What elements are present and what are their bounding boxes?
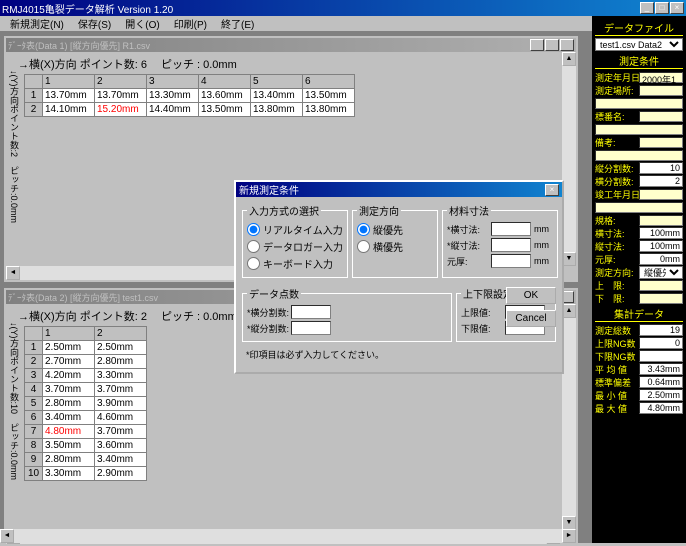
menu-exit[interactable]: 終了(E): [215, 16, 260, 31]
dir-horizontal-radio[interactable]: [357, 240, 370, 253]
scroll-left-icon[interactable]: ◄: [0, 529, 14, 543]
table-row: 113.70mm13.70mm13.30mm13.60mm13.40mm13.5…: [25, 89, 355, 103]
table-row: 214.10mm15.20mm14.40mm13.50mm13.80mm13.8…: [25, 103, 355, 117]
table-row: 92.80mm3.40mm: [25, 453, 147, 467]
data-table-2: 1212.50mm2.50mm22.70mm2.80mm34.20mm3.30m…: [24, 326, 147, 481]
sidebar-file-header: データファイル: [595, 20, 683, 36]
scroll-up-icon[interactable]: ▲: [562, 304, 576, 318]
scroll-right-icon[interactable]: ►: [562, 529, 576, 543]
mdi-max-icon[interactable]: □: [545, 39, 559, 51]
sidebar-sum-header: 集計データ: [595, 306, 683, 322]
table-row: 34.20mm3.30mm: [25, 369, 147, 383]
mdi-close-icon[interactable]: ×: [560, 39, 574, 51]
menu-new[interactable]: 新規測定(N): [4, 16, 70, 31]
dialog-title: 新規測定条件: [239, 182, 545, 197]
scroll-down-icon[interactable]: ▼: [562, 516, 576, 530]
table-row: 103.30mm2.90mm: [25, 467, 147, 481]
app-title: RMJ4015亀裂データ解析 Version 1.20: [2, 1, 640, 16]
mdi1-titlebar: ﾃﾞｰﾀ表(Data 1) [縦方向優先] R1.csv _ □ ×: [6, 38, 576, 52]
direction-select[interactable]: 縦優先: [639, 266, 683, 279]
mdi1-direction-label: →横(X)方向 ポイント数: 6: [18, 56, 147, 72]
scroll-left-icon[interactable]: ◄: [6, 266, 20, 280]
dialog-close-icon[interactable]: ×: [545, 184, 559, 196]
dialog-note: *印項目は必ず入力してください。: [246, 348, 552, 361]
new-measurement-dialog: 新規測定条件 × 入力方式の選択 リアルタイム入力 データロガー入力 キーボード…: [234, 180, 564, 374]
hcount-input[interactable]: [291, 305, 331, 319]
input-realtime-radio[interactable]: [247, 223, 260, 236]
height-input[interactable]: [491, 238, 531, 252]
maximize-icon[interactable]: □: [655, 2, 669, 14]
table-row: 12.50mm2.50mm: [25, 341, 147, 355]
vcount-input[interactable]: [291, 321, 331, 335]
table-row: 74.80mm3.70mm: [25, 425, 147, 439]
table-row: 52.80mm3.90mm: [25, 397, 147, 411]
size-group: 材料寸法 *横寸法:mm *縦寸法:mm 元厚:mm: [442, 203, 558, 278]
mdi2-vertical-label: ↓(Y)方向ポイント数:10 ピッチ:0.0mm: [6, 322, 20, 480]
close-icon[interactable]: ×: [670, 2, 684, 14]
scroll-up-icon[interactable]: ▲: [562, 52, 576, 66]
table-row: 22.70mm2.80mm: [25, 355, 147, 369]
scroll-down-icon[interactable]: ▼: [562, 252, 576, 266]
menu-bar: 新規測定(N) 保存(S) 開く(O) 印刷(P) 終了(E): [0, 16, 686, 32]
cancel-button[interactable]: Cancel: [506, 310, 556, 327]
thickness-input[interactable]: [491, 254, 531, 268]
mdi2-direction-label: →横(X)方向 ポイント数: 2: [18, 308, 147, 324]
sidebar-cond-header: 測定条件: [595, 53, 683, 69]
dir-vertical-radio[interactable]: [357, 223, 370, 236]
count-group: データ点数 *横分割数: *縦分割数:: [242, 286, 452, 342]
sidebar-panel: データファイル test1.csv Data2 測定条件 測定年月日:2000年…: [592, 16, 686, 543]
menu-save[interactable]: 保存(S): [72, 16, 117, 31]
menu-print[interactable]: 印刷(P): [168, 16, 213, 31]
file-select[interactable]: test1.csv Data2: [595, 38, 683, 51]
input-logger-radio[interactable]: [247, 240, 260, 253]
width-input[interactable]: [491, 222, 531, 236]
data-table-1: 123456113.70mm13.70mm13.30mm13.60mm13.40…: [24, 74, 355, 117]
mdi1-vertical-label: ↓(Y)方向ポイント数:2 ピッチ:0.0mm: [6, 70, 20, 223]
input-method-group: 入力方式の選択 リアルタイム入力 データロガー入力 キーボード入力: [242, 203, 348, 278]
direction-group: 測定方向 縦優先 横優先: [352, 203, 438, 278]
app-titlebar: RMJ4015亀裂データ解析 Version 1.20 _ □ ×: [0, 0, 686, 16]
mdi-min-icon[interactable]: _: [530, 39, 544, 51]
mdi1-pitch-label: ピッチ : 0.0mm: [161, 56, 237, 72]
input-keyboard-radio[interactable]: [247, 257, 260, 270]
ok-button[interactable]: OK: [506, 287, 556, 304]
minimize-icon[interactable]: _: [640, 2, 654, 14]
mdi2-pitch-label: ピッチ : 0.0mm: [161, 308, 237, 324]
table-row: 83.50mm3.60mm: [25, 439, 147, 453]
menu-open[interactable]: 開く(O): [119, 16, 165, 31]
table-row: 43.70mm3.70mm: [25, 383, 147, 397]
table-row: 63.40mm4.60mm: [25, 411, 147, 425]
